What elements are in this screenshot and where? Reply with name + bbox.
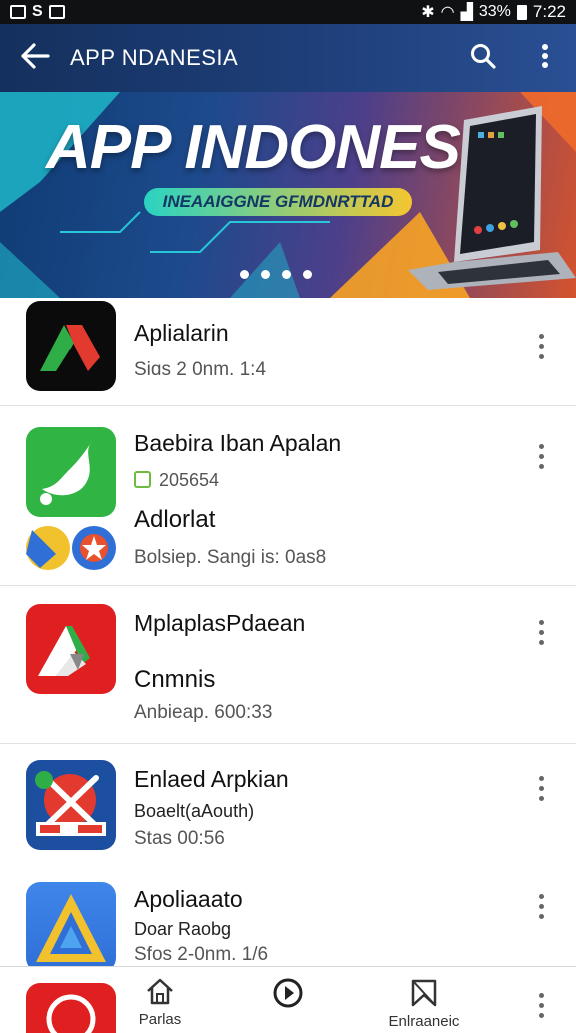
list-item[interactable]: MplaplasPdaean Cnmnis Anbieap. 600:33 <box>0 586 576 744</box>
banner-subtitle: INEAAIGGNE GFMDNRTTAD <box>144 188 412 216</box>
app-icon <box>26 760 116 850</box>
screenshot-icon <box>10 5 26 19</box>
app-subname: Adlorlat <box>134 506 216 533</box>
app-name: MplaplasPdaean <box>134 610 306 636</box>
nav-label: Parlas <box>138 1011 182 1028</box>
app-name: Apoliaaato <box>134 886 243 912</box>
item-menu-button[interactable] <box>528 612 554 652</box>
nav-item-home[interactable]: Parlas <box>128 977 192 1028</box>
app-name: Aplialarin <box>134 320 229 346</box>
app-icon <box>26 882 116 972</box>
app-subtitle: Boaelt(aAouth) <box>134 801 255 821</box>
page-title: APP NDANESIA <box>70 45 239 70</box>
item-menu-button[interactable] <box>528 326 554 366</box>
search-icon <box>470 43 496 74</box>
home-icon <box>145 978 175 1009</box>
carousel-indicator[interactable] <box>240 270 312 279</box>
app-subname: Cnmnis <box>134 666 216 693</box>
app-list: Aplialarin Siɑs 2 0nm. 1:4 Baebira Iban … <box>0 298 576 992</box>
list-item[interactable]: Baebira Iban Apalan 205654 Adlorlat Bols… <box>0 406 576 586</box>
carousel-dot[interactable] <box>240 270 249 279</box>
nav-label: Enlraaneic <box>388 1013 460 1030</box>
sim-icon: S <box>32 3 43 20</box>
clock: 7:22 <box>532 2 566 21</box>
item-menu-button[interactable] <box>528 436 554 476</box>
app-name: Enlaed Arpkian <box>134 766 289 792</box>
search-button[interactable] <box>452 24 514 92</box>
bottom-navigation: Parlas Enlraaneic <box>0 966 576 1033</box>
app-meta: Anbieap. 600:33 <box>134 702 273 723</box>
app-badge-text: 205654 <box>159 470 220 490</box>
app-subtitle: Doar Raobg <box>134 919 232 939</box>
image-icon <box>48 5 65 19</box>
item-menu-button[interactable] <box>528 768 554 808</box>
hero-banner[interactable]: APP INDONESIA INEAAIGGNE GFMDNRTTAD <box>0 92 576 298</box>
signal-icon: ▟ <box>460 4 473 21</box>
wifi-icon: ◠ <box>440 4 455 21</box>
app-name: Baebira Iban Apalan <box>134 430 342 456</box>
battery-icon <box>516 4 527 20</box>
app-meta: Sfos 2-0nm. 1/6 <box>134 944 269 965</box>
carousel-dot[interactable] <box>303 270 312 279</box>
list-item[interactable]: Enlaed Arpkian Boaelt(aAouth) Stas 00:56 <box>0 744 576 868</box>
app-meta: Siɑs 2 0nm. 1:4 <box>134 359 267 380</box>
app-icon <box>26 427 116 517</box>
partial-app-icon <box>26 983 116 1033</box>
battery-percent: 33% <box>478 3 511 20</box>
laptop-illustration <box>408 102 576 292</box>
rating-badge-icon <box>134 471 151 488</box>
bluetooth-icon: ✱ <box>421 4 435 21</box>
list-item[interactable]: Aplialarin Siɑs 2 0nm. 1:4 <box>0 298 576 406</box>
carousel-dot[interactable] <box>282 270 291 279</box>
item-menu-button[interactable] <box>528 985 554 1025</box>
arrow-left-icon <box>20 40 50 77</box>
back-button[interactable] <box>0 24 70 92</box>
item-menu-button[interactable] <box>528 886 554 926</box>
top-app-bar: APP NDANESIA <box>0 24 576 92</box>
app-meta: Stas 00:56 <box>134 828 225 849</box>
play-circle-icon <box>272 978 304 1013</box>
overflow-menu-button[interactable] <box>514 24 576 92</box>
app-icon <box>26 604 116 694</box>
carousel-dot[interactable] <box>261 270 270 279</box>
status-bar: S ✱ ◠ ▟ 33% 7:22 <box>0 0 576 24</box>
app-icon-secondary <box>26 524 116 572</box>
nav-item-play[interactable] <box>256 977 320 1015</box>
bookmark-icon <box>408 979 440 1011</box>
app-icon <box>26 301 116 391</box>
app-badge-row: 205654 <box>134 470 219 491</box>
more-vert-icon <box>541 43 549 74</box>
nav-item-bookmarks[interactable]: Enlraaneic <box>376 977 472 1030</box>
app-meta: Bolsiep. Sangi is: 0as8 <box>134 547 327 568</box>
